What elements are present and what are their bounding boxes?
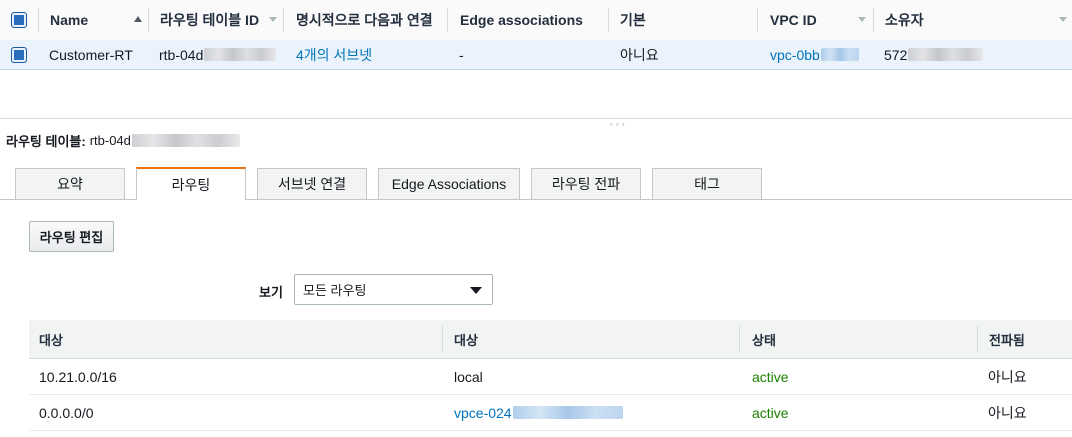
edit-routes-button[interactable]: 라우팅 편집 [29, 221, 114, 252]
column-header-propagated: 전파됨 [989, 332, 1025, 348]
column-divider [757, 8, 758, 32]
table-row: 0.0.0.0/0 vpce-024 active 아니요 [29, 395, 1072, 431]
column-header-name[interactable]: Name [50, 0, 88, 40]
tab-routes[interactable]: 라우팅 [136, 167, 246, 200]
redacted-endpoint-id [512, 406, 623, 419]
routes-table-header: 대상 대상 상태 전파됨 [29, 320, 1072, 359]
column-header-vpc-id[interactable]: VPC ID [770, 0, 817, 40]
column-divider [283, 8, 284, 32]
route-tables-console: Name 라우팅 테이블 ID 명시적으로 다음과 연결 Edge associ… [0, 0, 1072, 437]
route-filter-value: 모든 라우팅 [303, 283, 367, 298]
column-divider [442, 326, 443, 352]
drag-handle-icon[interactable]: ▫▫▫ [610, 120, 628, 129]
column-divider [873, 8, 874, 32]
detail-title: 라우팅 테이블: rtb-04d [6, 131, 240, 150]
select-all-checkbox[interactable] [11, 12, 27, 28]
column-header-target: 대상 [454, 332, 478, 348]
table-row[interactable]: Customer-RT rtb-04d 4개의 서브넷 - 아니요 vpc-0b… [0, 40, 1072, 70]
tab-tags[interactable]: 태그 [652, 168, 762, 199]
route-table-list-header: Name 라우팅 테이블 ID 명시적으로 다음과 연결 Edge associ… [0, 0, 1072, 41]
column-header-owner[interactable]: 소유자 [885, 0, 924, 40]
sort-caret-icon[interactable] [269, 17, 277, 22]
column-header-destination: 대상 [39, 332, 63, 348]
route-table-id-cell: rtb-04d [159, 40, 277, 69]
column-divider [739, 326, 740, 352]
route-destination: 0.0.0.0/0 [39, 404, 94, 421]
redacted-id [204, 48, 277, 61]
view-filter-label: 보기 [259, 285, 283, 300]
column-divider [977, 326, 978, 352]
panel-splitter[interactable] [0, 118, 1072, 119]
tab-route-propagation[interactable]: 라우팅 전파 [531, 168, 641, 199]
tab-edge-associations[interactable]: Edge Associations [378, 168, 520, 199]
column-header-explicit-association[interactable]: 명시적으로 다음과 연결 [296, 0, 433, 40]
sort-caret-icon[interactable] [858, 17, 866, 22]
sort-ascending-icon[interactable] [134, 16, 142, 22]
vpc-id-link[interactable]: vpc-0bb [770, 40, 859, 69]
column-header-route-table-id[interactable]: 라우팅 테이블 ID [160, 0, 259, 40]
route-destination: 10.21.0.0/16 [39, 368, 117, 385]
redacted-vpc-id [820, 48, 859, 61]
column-divider [148, 8, 149, 32]
column-divider [608, 8, 609, 32]
route-target-link[interactable]: vpce-024 [454, 395, 623, 430]
column-header-main[interactable]: 기본 [620, 0, 646, 40]
chevron-down-icon [470, 287, 482, 294]
sort-caret-icon[interactable] [1059, 17, 1067, 22]
route-propagated: 아니요 [988, 404, 1027, 421]
column-header-edge-associations[interactable]: Edge associations [460, 0, 583, 40]
route-status: active [752, 404, 789, 421]
redacted-owner [908, 48, 984, 61]
route-table-name: Customer-RT [49, 46, 133, 63]
tab-subnet-associations[interactable]: 서브넷 연결 [257, 168, 367, 199]
route-filter-select[interactable]: 모든 라우팅 [294, 274, 493, 305]
main-cell: 아니요 [620, 46, 659, 63]
subnet-association-link[interactable]: 4개의 서브넷 [296, 40, 372, 69]
row-checkbox[interactable] [11, 47, 27, 63]
owner-cell: 572 [884, 40, 984, 69]
column-header-status: 상태 [752, 332, 776, 348]
route-target: local [454, 368, 483, 385]
column-divider [38, 8, 39, 32]
route-propagated: 아니요 [988, 368, 1027, 385]
table-row: 10.21.0.0/16 local active 아니요 [29, 359, 1072, 395]
redacted-title-id [131, 134, 240, 147]
route-status: active [752, 368, 789, 385]
tab-summary[interactable]: 요약 [15, 168, 125, 199]
edge-associations-cell: - [459, 46, 464, 63]
column-divider [447, 8, 448, 32]
